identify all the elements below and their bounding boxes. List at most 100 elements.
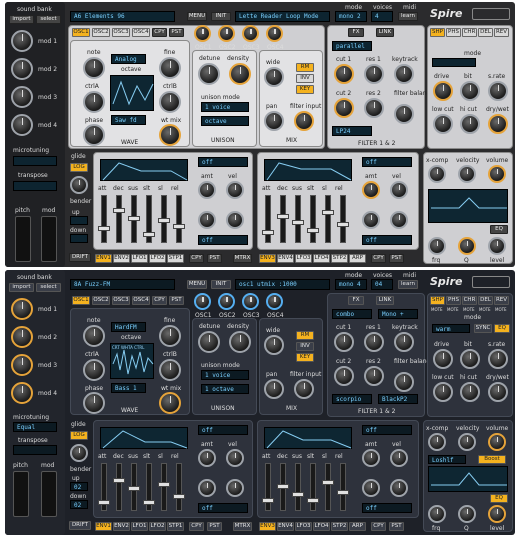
voices-display[interactable]: 04 bbox=[371, 279, 393, 290]
menu-button[interactable]: MENU bbox=[187, 12, 207, 21]
mode-display[interactable]: mono 4 bbox=[335, 279, 367, 290]
velocity-knob[interactable] bbox=[458, 433, 476, 451]
env-right-dest2[interactable]: off bbox=[362, 503, 412, 513]
osc-paste-button[interactable]: PST bbox=[169, 296, 184, 305]
filter2-type-display[interactable]: LP24 bbox=[332, 126, 372, 136]
filter-link-button[interactable]: LINK bbox=[376, 28, 394, 37]
tab-env4[interactable]: ENV4 bbox=[277, 522, 294, 531]
res2-knob[interactable] bbox=[364, 366, 384, 386]
tab-osc3[interactable]: OSC3 bbox=[112, 296, 130, 305]
eq-q-knob[interactable] bbox=[458, 237, 476, 255]
eq-q-knob[interactable] bbox=[458, 505, 476, 523]
fx-tab-chr[interactable]: CHR bbox=[462, 296, 477, 305]
env-copy-button[interactable]: CPY bbox=[189, 254, 204, 263]
tab-osc2[interactable]: OSC2 bbox=[92, 28, 110, 37]
lowcut-knob[interactable] bbox=[433, 382, 453, 402]
patch-name-display[interactable]: 8A Fuzz-FM bbox=[70, 279, 175, 290]
osc3-level-knob[interactable] bbox=[242, 25, 259, 42]
env-left-vel2-knob[interactable] bbox=[226, 479, 244, 497]
fx-eq-button[interactable]: EQ bbox=[494, 324, 510, 333]
dec-fader[interactable] bbox=[113, 195, 125, 243]
tab-arp[interactable]: ARP bbox=[349, 254, 366, 263]
osc1-level-knob[interactable] bbox=[194, 25, 211, 42]
tab-stp1[interactable]: STP1 bbox=[167, 254, 184, 263]
drywet-knob[interactable] bbox=[488, 114, 508, 134]
sl-fader[interactable] bbox=[158, 195, 170, 243]
mod-wheel[interactable] bbox=[41, 471, 57, 517]
learn-button[interactable]: learn bbox=[398, 280, 418, 289]
mod4-knob[interactable] bbox=[11, 114, 33, 136]
tab-stp2[interactable]: STP2 bbox=[331, 522, 348, 531]
note-knob[interactable] bbox=[83, 57, 105, 79]
pan-knob[interactable] bbox=[264, 379, 284, 399]
transpose-display[interactable] bbox=[13, 181, 57, 191]
eq-level-knob[interactable] bbox=[488, 237, 506, 255]
drive-knob[interactable] bbox=[433, 81, 453, 101]
env2-slt-fader[interactable] bbox=[307, 463, 319, 511]
ctrlb-knob[interactable] bbox=[159, 359, 181, 381]
log-button[interactable]: LOG bbox=[70, 431, 88, 440]
env-left-dest1[interactable]: off bbox=[198, 425, 248, 435]
tab-env3[interactable]: ENV3 bbox=[259, 254, 276, 263]
fx-tab-shp[interactable]: SHP bbox=[430, 28, 445, 37]
filter2-type-display[interactable]: scorpio bbox=[332, 394, 372, 404]
patch-name-display[interactable]: A6 Elements 96 bbox=[70, 11, 175, 22]
eq-level-knob[interactable] bbox=[488, 505, 506, 523]
env-right-vel-knob[interactable] bbox=[390, 449, 408, 467]
tab-env1[interactable]: ENV1 bbox=[95, 254, 112, 263]
env2-att-fader[interactable] bbox=[262, 463, 274, 511]
mod4-knob[interactable] bbox=[11, 382, 33, 404]
bit-knob[interactable] bbox=[460, 349, 480, 369]
dec-fader[interactable] bbox=[113, 463, 125, 511]
tab-env2[interactable]: ENV2 bbox=[113, 522, 130, 531]
env2-rel-fader[interactable] bbox=[337, 463, 349, 511]
drywet-knob[interactable] bbox=[488, 382, 508, 402]
att-fader[interactable] bbox=[98, 463, 110, 511]
volume-knob[interactable] bbox=[488, 433, 506, 451]
env2-dec-fader[interactable] bbox=[277, 463, 289, 511]
osc-mode-display[interactable]: Analog bbox=[111, 54, 146, 64]
mod2-knob[interactable] bbox=[11, 58, 33, 80]
env-left-dest2[interactable]: off bbox=[198, 503, 248, 513]
env-left-amt2-knob[interactable] bbox=[198, 479, 216, 497]
env2-copy-button[interactable]: CPY bbox=[371, 522, 386, 531]
env-left-vel-knob[interactable] bbox=[226, 181, 244, 199]
rm-button[interactable]: RM bbox=[296, 63, 314, 72]
tab-osc4[interactable]: OSC4 bbox=[132, 28, 150, 37]
microtuning-display[interactable] bbox=[13, 156, 57, 166]
filter-mode-display[interactable]: parallel bbox=[332, 41, 372, 51]
osc4-level-knob[interactable] bbox=[266, 293, 283, 310]
pitch-wheel[interactable] bbox=[13, 471, 29, 517]
filter-mode2-display[interactable]: Mono + bbox=[378, 309, 418, 319]
import-button[interactable]: import bbox=[9, 15, 34, 24]
phase-knob[interactable] bbox=[83, 392, 105, 414]
filter-fx-button[interactable]: FX bbox=[348, 296, 364, 305]
env2-sl-fader[interactable] bbox=[322, 463, 334, 511]
bender-down-display[interactable]: 02 bbox=[70, 500, 88, 509]
cut1-knob[interactable] bbox=[334, 64, 354, 84]
pitch-wheel[interactable] bbox=[15, 216, 31, 262]
fine-knob[interactable] bbox=[159, 57, 181, 79]
env2-slt-fader[interactable] bbox=[307, 195, 319, 243]
env2-rel-fader[interactable] bbox=[337, 195, 349, 243]
env-left-dest2[interactable]: off bbox=[198, 235, 248, 245]
env-right-vel2-knob[interactable] bbox=[390, 479, 408, 497]
sync-button[interactable]: SYNC bbox=[474, 324, 492, 333]
eq-button[interactable]: EQ bbox=[490, 225, 508, 234]
osc-paste-button[interactable]: PST bbox=[169, 28, 184, 37]
sl-fader[interactable] bbox=[158, 463, 170, 511]
cut2-knob[interactable] bbox=[334, 98, 354, 118]
hicut-knob[interactable] bbox=[460, 114, 480, 134]
unison-mode-display[interactable]: 1 voice bbox=[201, 102, 249, 112]
env-right-vel-knob[interactable] bbox=[390, 181, 408, 199]
fx-tab-del[interactable]: DEL bbox=[478, 28, 493, 37]
fx-tab-phs[interactable]: PHS bbox=[446, 28, 461, 37]
res1-knob[interactable] bbox=[364, 332, 384, 352]
osc3-level-knob[interactable] bbox=[242, 293, 259, 310]
mod1-knob[interactable] bbox=[11, 298, 33, 320]
mod-wheel[interactable] bbox=[41, 216, 57, 262]
volume-knob[interactable] bbox=[488, 165, 506, 183]
xcomp-knob[interactable] bbox=[428, 433, 446, 451]
keytrack-knob[interactable] bbox=[394, 64, 414, 84]
glide-knob[interactable] bbox=[70, 444, 88, 462]
